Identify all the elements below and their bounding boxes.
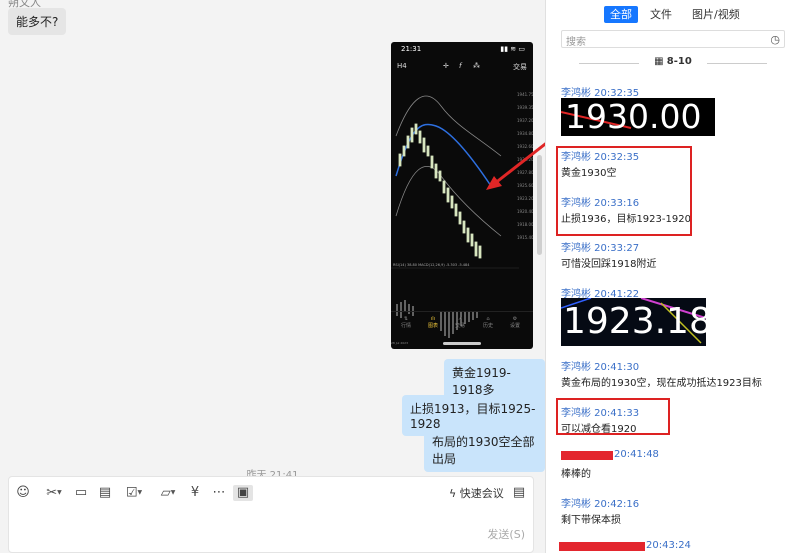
quotes-tab: ⇅ 行情 xyxy=(400,316,411,329)
message-text: 可惜没回踩1918附近 xyxy=(561,259,657,270)
task-icon[interactable]: ☑▼ xyxy=(121,485,147,501)
chat-area: 朔文人 能多不? 21:31 ▮▮ ≋ ▭ H4 ✛ f ⁂ 交易 RSI(14… xyxy=(0,0,559,553)
price-image-1930[interactable]: 1930.00 xyxy=(561,98,715,136)
history-tab: ⌂ 历史 xyxy=(482,316,493,329)
document-icon[interactable]: ▤ xyxy=(97,485,113,501)
folder-icon[interactable]: ▱▼ xyxy=(155,485,181,501)
image-icon[interactable]: ▭ xyxy=(73,485,89,501)
highlight-box xyxy=(556,146,692,236)
chat-history-icon[interactable]: ▤ xyxy=(511,485,527,501)
price-chart: RSI(14) 38.80 MACD(12,26,9) -5.303 -5.48… xyxy=(391,95,519,345)
chat-scrollbar[interactable] xyxy=(537,155,542,255)
incoming-message[interactable]: 能多不? xyxy=(8,8,67,35)
lightning-icon: ϟ xyxy=(449,487,457,500)
phone-toolbar: H4 ✛ f ⁂ 交易 xyxy=(391,60,533,74)
chart-tab: ılı 图表 xyxy=(427,316,438,329)
screenshot-icon[interactable]: ✂▼ xyxy=(41,485,67,501)
message-header: 李鸿彬 20:42:16 xyxy=(561,499,640,510)
send-button[interactable]: 发送(S) xyxy=(487,526,525,542)
crosshair-icon: ✛ xyxy=(443,62,449,70)
signal-icon: ▮▮ ≋ ▭ xyxy=(500,45,525,53)
message-header: 李鸿彬 20:41:30 xyxy=(561,362,640,373)
message-header: 20:43:24 xyxy=(646,540,691,551)
objects-icon: ⁂ xyxy=(473,62,480,70)
message-header: 李鸿彬 20:32:35 xyxy=(561,88,640,99)
quick-meeting-button[interactable]: ϟ 快速会议 xyxy=(449,485,504,501)
redacted-name xyxy=(559,542,645,551)
highlight-box xyxy=(556,398,670,435)
date-header: ▦ 8-10 xyxy=(561,56,785,70)
trade-tab: ↗ 交易 xyxy=(454,316,465,329)
more-icon[interactable]: ⋯ xyxy=(211,485,227,501)
tab-all[interactable]: 全部 xyxy=(604,6,638,23)
chart-screenshot-image[interactable]: 21:31 ▮▮ ≋ ▭ H4 ✛ f ⁂ 交易 RSI(14) 38.80 M… xyxy=(391,42,533,349)
message-header: 20:41:48 xyxy=(614,449,659,460)
message-composer[interactable]: ☺ ✂▼ ▭ ▤ ☑▼ ▱▼ ¥ ⋯ ▣ ϟ 快速会议 ▤ 发送(S) xyxy=(8,476,534,553)
phone-tabbar: ⇅ 行情 ılı 图表 ↗ 交易 ⌂ 历史 ⚙ 设置 xyxy=(391,311,533,337)
function-icon: f xyxy=(459,62,462,70)
price-image-1923[interactable]: 1923.18 xyxy=(561,298,706,346)
trade-label: 交易 xyxy=(513,63,527,71)
emoji-icon[interactable]: ☺ xyxy=(15,485,31,501)
phone-time: 21:31 xyxy=(401,45,422,53)
message-text: 剩下带保本损 xyxy=(561,515,621,526)
payment-icon[interactable]: ¥ xyxy=(187,485,203,501)
settings-tab: ⚙ 设置 xyxy=(509,316,520,329)
history-panel: 全部 文件 图片/视频 搜索 ◷ ▦ 8-10 李鸿彬 20:32:35 193… xyxy=(545,0,800,553)
indicator-text: RSI(14) 38.80 MACD(12,26,9) -5.303 -5.48… xyxy=(393,263,470,267)
message-text: 棒棒的 xyxy=(561,469,591,480)
tab-files[interactable]: 文件 xyxy=(644,6,678,23)
phone-status-bar: 21:31 ▮▮ ≋ ▭ xyxy=(391,42,533,56)
chat-record-icon[interactable]: ▣ xyxy=(233,485,253,501)
message-text: 黄金布局的1930空，现在成功抵达1923目标 xyxy=(561,378,762,389)
home-indicator xyxy=(443,342,481,345)
calendar-icon: ▦ xyxy=(654,56,664,67)
tab-media[interactable]: 图片/视频 xyxy=(686,6,746,23)
message-header: 李鸿彬 20:33:27 xyxy=(561,243,640,254)
app-window: 朔文人 能多不? 21:31 ▮▮ ≋ ▭ H4 ✛ f ⁂ 交易 RSI(14… xyxy=(0,0,800,553)
price-axis: 1941.75 1939.35 1937.20 1934.80 1932.60 … xyxy=(517,92,533,240)
history-clock-icon[interactable]: ◷ xyxy=(770,33,780,46)
search-input[interactable]: 搜索 ◷ xyxy=(561,30,785,48)
timeframe-icon: H4 xyxy=(397,62,407,70)
redacted-name xyxy=(561,451,613,460)
svg-text:28 Jul 2023: 28 Jul 2023 xyxy=(391,341,408,345)
